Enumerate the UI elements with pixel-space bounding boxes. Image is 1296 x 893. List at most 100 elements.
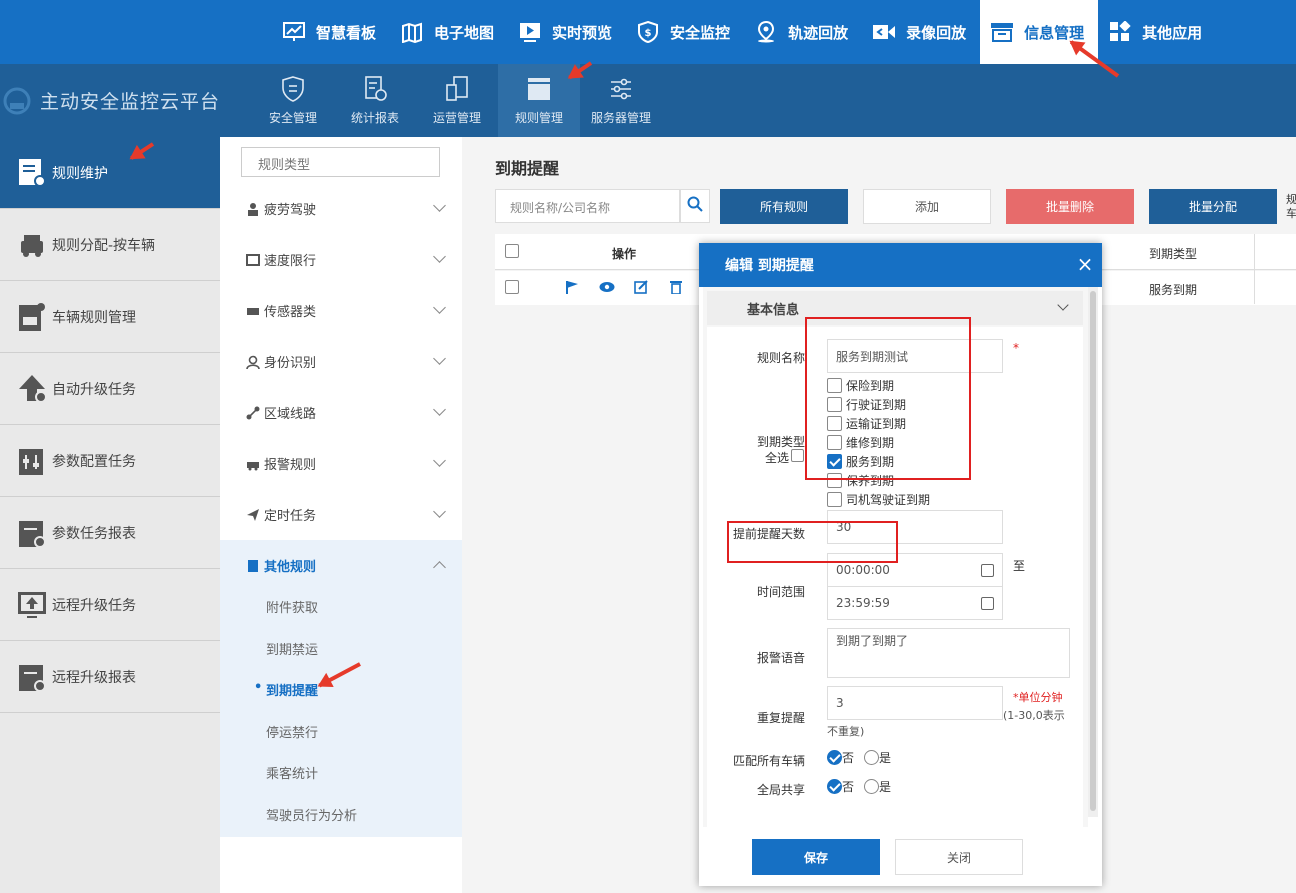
topnav-video[interactable]: 录像回放 <box>862 0 980 64</box>
voice-textarea[interactable]: 到期了到期了 <box>827 628 1070 678</box>
rules-icon <box>525 75 553 103</box>
topnav-security[interactable]: $ 安全监控 <box>626 0 744 64</box>
share-radio-group: 否 是 <box>827 778 891 795</box>
leftnav-param-config[interactable]: 参数配置任务 <box>0 425 220 497</box>
chevron-up-icon <box>433 561 446 574</box>
server-icon <box>607 75 635 103</box>
topnav-label: 实时预览 <box>552 23 613 42</box>
match-all-no-radio[interactable] <box>827 750 842 765</box>
topnav-label: 电子地图 <box>434 23 495 42</box>
subnav-safety[interactable]: 安全管理 <box>252 64 334 137</box>
search-icon <box>687 196 703 216</box>
play-icon <box>518 20 542 44</box>
platform-title: 主动安全监控云平台 <box>40 91 221 113</box>
batch-assign-button[interactable]: 批量分配 <box>1149 189 1277 224</box>
leftnav-remote-upgrade[interactable]: 远程升级任务 <box>0 569 220 641</box>
param-report-icon <box>16 516 48 550</box>
rule-search-input[interactable]: 规则名称/公司名称 <box>495 189 680 223</box>
category-alarm[interactable]: 报警规则 <box>220 438 462 489</box>
vehicle-rule-icon <box>16 300 48 334</box>
edit-icon[interactable] <box>634 280 648 298</box>
match-all-yes-radio[interactable] <box>864 750 880 765</box>
repeat-label: 重复提醒 <box>757 711 806 725</box>
category-speed[interactable]: 速度限行 <box>220 234 462 285</box>
dialog-scrollbar[interactable] <box>1088 287 1098 817</box>
leftnav-label: 车辆规则管理 <box>52 309 136 326</box>
option-label: 司机驾驶证到期 <box>846 493 931 507</box>
page-title: 到期提醒 <box>495 159 560 178</box>
select-all-checkbox[interactable] <box>505 244 519 258</box>
category-timed-task[interactable]: 定时任务 <box>220 489 462 540</box>
subitem-stop-ban[interactable]: 停运禁行 <box>266 722 318 741</box>
map-icon <box>400 20 424 44</box>
subnav-label: 规则管理 <box>514 111 563 125</box>
highlight-box-expire-types <box>805 317 971 480</box>
category-other-rules[interactable]: 其他规则 <box>220 540 462 591</box>
checkbox[interactable] <box>827 492 842 507</box>
close-icon[interactable]: × <box>1076 254 1094 274</box>
svg-text:$: $ <box>645 28 652 39</box>
share-yes-radio[interactable] <box>864 779 880 794</box>
subnav-server[interactable]: 服务器管理 <box>580 64 662 137</box>
category-label: 疲劳驾驶 <box>264 203 317 218</box>
batch-delete-button[interactable]: 批量删除 <box>1006 189 1134 224</box>
subnav-label: 运营管理 <box>432 111 481 125</box>
scrollbar-thumb[interactable] <box>1090 291 1096 811</box>
topnav-preview[interactable]: 实时预览 <box>508 0 626 64</box>
view-icon[interactable] <box>599 280 615 298</box>
topnav-other-apps[interactable]: 其他应用 <box>1098 0 1216 64</box>
all-rules-button[interactable]: 所有规则 <box>720 189 848 224</box>
calendar-icon[interactable] <box>981 564 994 577</box>
topnav-label: 其他应用 <box>1142 23 1203 42</box>
category-area-route[interactable]: 区域线路 <box>220 387 462 438</box>
add-button[interactable]: 添加 <box>863 189 991 224</box>
subitem-driver-behavior[interactable]: 驾驶员行为分析 <box>266 805 357 824</box>
rule-type-search-input[interactable]: 规则类型 <box>241 147 440 177</box>
subitem-attachment[interactable]: 附件获取 <box>266 597 318 616</box>
subitem-expiry-reminder[interactable]: 到期提醒 <box>254 680 318 699</box>
rule-doc-icon <box>16 156 48 190</box>
leftnav-vehicle-rules[interactable]: 车辆规则管理 <box>0 281 220 353</box>
subnav-reports[interactable]: 统计报表 <box>334 64 416 137</box>
repeat-hint-norepeat: 不重复) <box>827 725 865 738</box>
leftnav-rule-maintenance[interactable]: 规则维护 <box>0 137 220 209</box>
share-no-radio[interactable] <box>827 779 842 794</box>
subnav-operation[interactable]: 运营管理 <box>416 64 498 137</box>
leftnav-auto-upgrade[interactable]: 自动升级任务 <box>0 353 220 425</box>
delete-icon[interactable] <box>670 280 682 298</box>
calendar-icon[interactable] <box>981 597 994 610</box>
topnav-dashboard[interactable]: 智慧看板 <box>272 0 390 64</box>
category-sensor[interactable]: 传感器类 <box>220 285 462 336</box>
save-button[interactable]: 保存 <box>752 839 880 875</box>
video-icon <box>872 20 896 44</box>
radio-label: 是 <box>879 751 892 765</box>
category-identity[interactable]: 身份识别 <box>220 336 462 387</box>
row-checkbox[interactable] <box>505 280 519 294</box>
leftnav-label: 远程升级报表 <box>52 669 136 686</box>
category-label: 身份识别 <box>264 356 317 371</box>
column-divider <box>1254 234 1255 304</box>
subitem-passenger-stats[interactable]: 乘客统计 <box>266 763 318 782</box>
search-button[interactable] <box>680 189 710 223</box>
topnav-info-management[interactable]: 信息管理 <box>980 0 1099 64</box>
logo-icon <box>2 86 32 116</box>
info-icon <box>990 20 1014 44</box>
chevron-down-icon <box>433 454 446 467</box>
close-button[interactable]: 关闭 <box>895 839 1023 875</box>
flag-icon[interactable] <box>565 280 579 298</box>
topnav-map[interactable]: 电子地图 <box>390 0 508 64</box>
category-fatigue[interactable]: 疲劳驾驶 <box>220 183 462 234</box>
leftnav-remote-report[interactable]: 远程升级报表 <box>0 641 220 713</box>
subitem-expiry-ban[interactable]: 到期禁运 <box>266 639 318 658</box>
expire-option-driver-license[interactable]: 司机驾驶证到期 <box>827 491 930 508</box>
select-all-types-checkbox[interactable] <box>791 449 804 462</box>
time-end-input[interactable]: 23:59:59 <box>827 586 1003 620</box>
brand: 主动安全监控云平台 <box>0 64 220 137</box>
speed-icon <box>246 253 260 267</box>
repeat-input[interactable]: 3 <box>827 686 1003 720</box>
leftnav-assign-by-vehicle[interactable]: 规则分配-按车辆 <box>0 209 220 281</box>
leftnav-param-report[interactable]: 参数任务报表 <box>0 497 220 569</box>
other-rules-submenu <box>220 563 462 837</box>
category-label: 区域线路 <box>264 407 317 422</box>
topnav-track[interactable]: 轨迹回放 <box>744 0 862 64</box>
